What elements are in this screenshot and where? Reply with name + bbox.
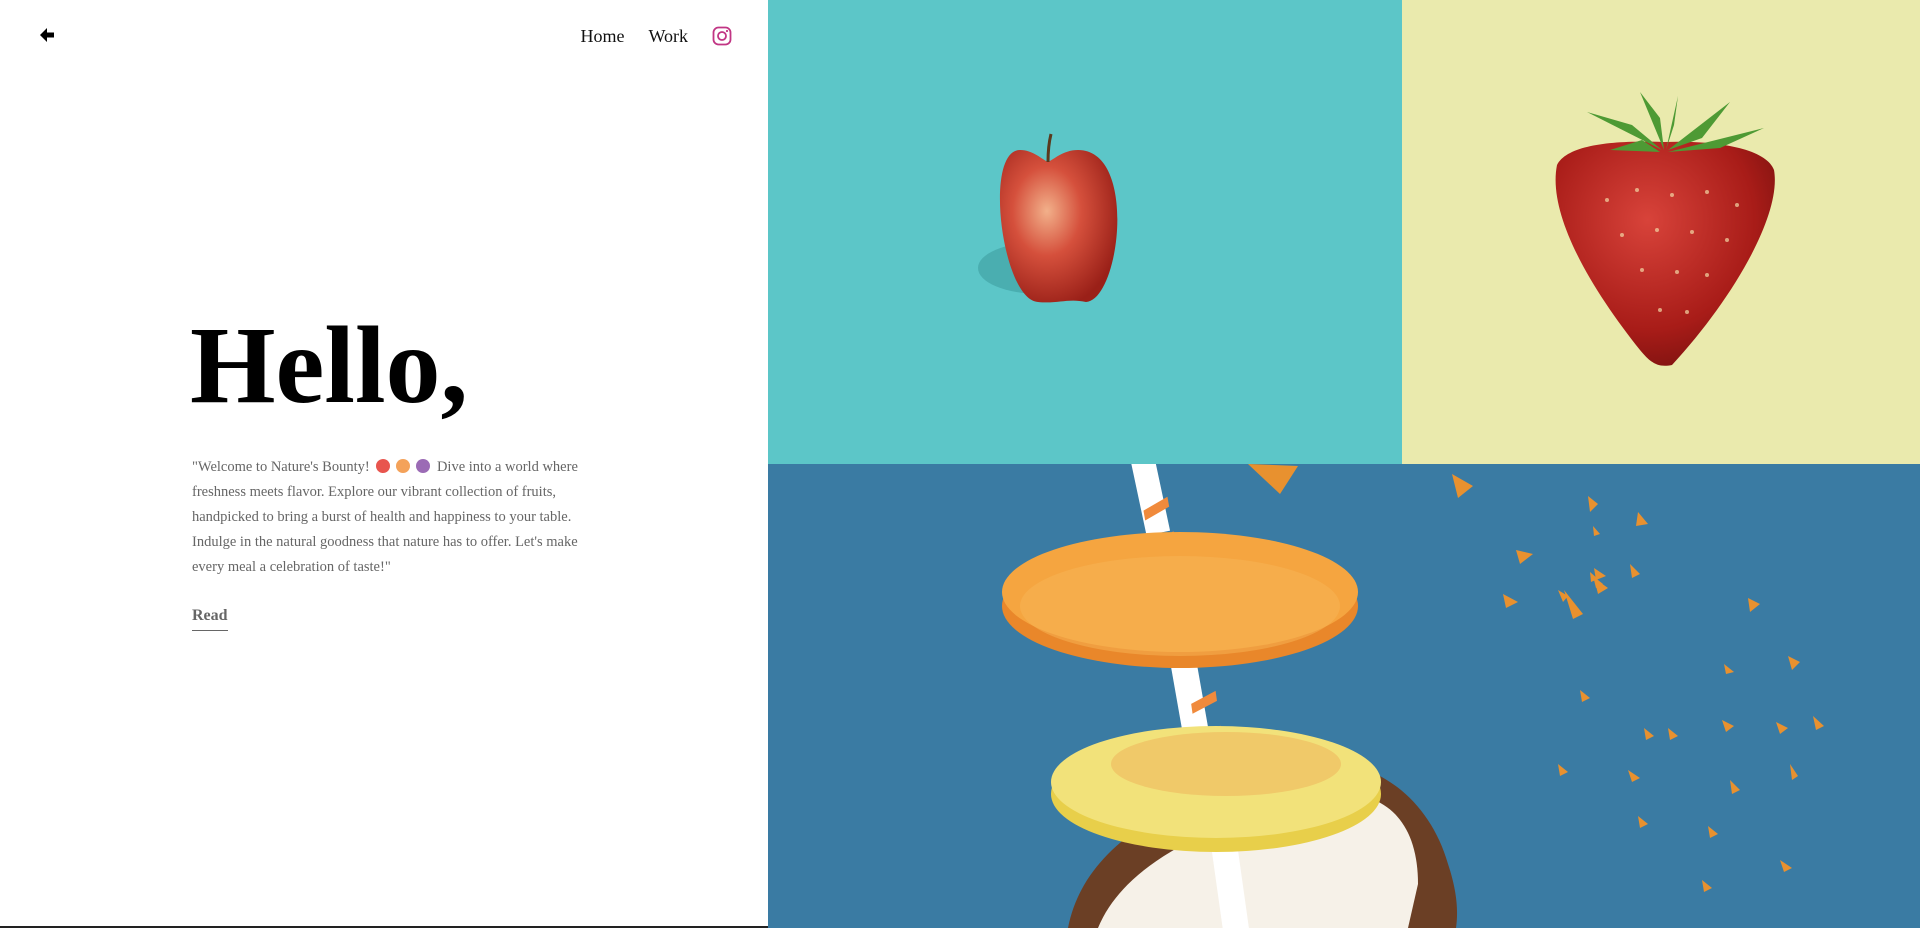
intro-panel: Home Work Hello, "Welcome to Nature's Bo… — [0, 0, 768, 928]
grapes-emoji-icon — [416, 459, 431, 473]
instagram-icon[interactable] — [712, 26, 732, 46]
peach-emoji-icon — [396, 459, 411, 473]
citrus-slices-image — [768, 464, 1920, 928]
nav-link-home[interactable]: Home — [580, 24, 624, 48]
hero-title: Hello, — [190, 304, 469, 426]
arrow-left-icon[interactable] — [36, 24, 58, 46]
hero-description: "Welcome to Nature's Bounty! Dive into a… — [192, 455, 582, 580]
apple-image — [768, 0, 1402, 464]
strawberry-image — [1402, 0, 1920, 464]
nav-link-work[interactable]: Work — [648, 24, 688, 48]
description-intro: "Welcome to Nature's Bounty! — [192, 459, 370, 475]
read-link[interactable]: Read — [192, 606, 228, 631]
top-nav: Home Work — [580, 24, 732, 48]
description-body: Dive into a world where freshness meets … — [192, 459, 578, 575]
apple-emoji-icon — [376, 459, 391, 473]
